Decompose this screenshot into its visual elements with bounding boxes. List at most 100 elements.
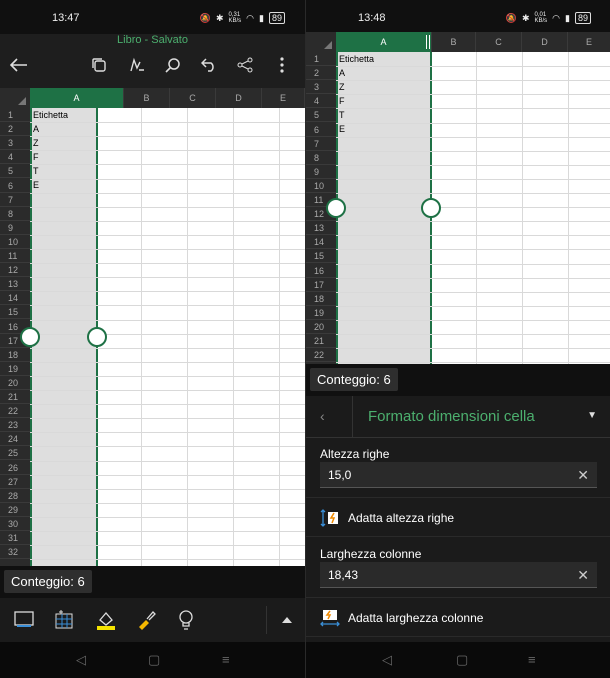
copy-icon[interactable] (88, 54, 110, 76)
selection-handle-left[interactable] (20, 327, 40, 347)
row-header-16[interactable]: 16 (306, 264, 336, 278)
row-header-22[interactable]: 22 (306, 348, 336, 363)
cell-a6[interactable]: E (337, 124, 345, 134)
expand-up-icon[interactable] (275, 608, 299, 632)
row-header-5[interactable]: 5 (0, 164, 30, 179)
cell-a4[interactable]: F (337, 96, 345, 106)
search-icon[interactable] (162, 54, 184, 76)
row-header-10[interactable]: 10 (306, 179, 336, 193)
row-header-22[interactable]: 22 (0, 404, 30, 419)
row-header-5[interactable]: 5 (306, 108, 336, 123)
row-header-13[interactable]: 13 (0, 277, 30, 292)
panel-back-icon[interactable]: ‹ (320, 408, 325, 424)
column-header-e[interactable]: E (262, 88, 305, 108)
share-icon[interactable] (234, 54, 256, 76)
row-header-32[interactable]: 32 (0, 545, 30, 560)
more-icon[interactable] (271, 54, 293, 76)
cell-a5[interactable]: T (31, 166, 39, 176)
cell-format-icon[interactable] (52, 608, 76, 632)
row-height-input[interactable]: 15,0 ✕ (320, 462, 597, 488)
cell-a3[interactable]: Z (31, 138, 39, 148)
brush-icon[interactable] (134, 608, 158, 632)
row-header-21[interactable]: 21 (0, 390, 30, 405)
row-header-1[interactable]: 1 (0, 108, 30, 123)
cell-a1[interactable]: Etichetta (31, 110, 68, 120)
cell-a6[interactable]: E (31, 180, 39, 190)
nav-home-icon[interactable]: ▢ (148, 652, 160, 668)
cell-a2[interactable]: A (337, 68, 345, 78)
cell-a5[interactable]: T (337, 110, 345, 120)
row-header-27[interactable]: 27 (0, 475, 30, 489)
column-header-c[interactable]: C (476, 32, 522, 52)
undo-icon[interactable] (198, 54, 220, 76)
row-header-24[interactable]: 24 (0, 432, 30, 447)
clear-icon[interactable]: ✕ (577, 467, 589, 484)
row-header-11[interactable]: 11 (0, 249, 30, 264)
row-header-28[interactable]: 28 (0, 489, 30, 503)
dropdown-icon[interactable]: ▼ (587, 410, 597, 421)
row-header-9[interactable]: 9 (0, 221, 30, 235)
column-resize-handle[interactable] (426, 35, 430, 49)
cell-a2[interactable]: A (31, 124, 39, 134)
row-header-2[interactable]: 2 (306, 66, 336, 81)
row-header-3[interactable]: 3 (0, 136, 30, 151)
nav-back-icon[interactable]: ◁ (382, 652, 392, 668)
row-header-15[interactable]: 15 (0, 305, 30, 320)
row-header-17[interactable]: 17 (306, 278, 336, 292)
row-header-7[interactable]: 7 (306, 137, 336, 151)
column-header-a[interactable]: A (30, 88, 124, 108)
column-header-b[interactable]: B (124, 88, 170, 108)
row-header-30[interactable]: 30 (0, 517, 30, 531)
row-header-1[interactable]: 1 (306, 52, 336, 67)
row-header-10[interactable]: 10 (0, 235, 30, 249)
row-header-18[interactable]: 18 (306, 292, 336, 306)
row-header-12[interactable]: 12 (0, 263, 30, 278)
back-arrow-icon[interactable] (8, 54, 30, 76)
row-header-29[interactable]: 29 (0, 503, 30, 517)
row-header-26[interactable]: 26 (0, 461, 30, 475)
row-header-7[interactable]: 7 (0, 193, 30, 207)
spreadsheet-grid[interactable]: A B C D E 1 2 3 4 5 6 7 8 9 10 11 12 13 14 15 16 17 18 19 2… (0, 88, 305, 566)
col-width-input[interactable]: 18,43 ✕ (320, 562, 597, 588)
clear-icon[interactable]: ✕ (577, 567, 589, 584)
fill-color-icon[interactable] (94, 608, 118, 632)
column-header-a[interactable]: A (336, 32, 432, 52)
row-header-6[interactable]: 6 (0, 179, 30, 193)
column-header-d[interactable]: D (216, 88, 262, 108)
row-header-19[interactable]: 19 (306, 306, 336, 320)
nav-menu-icon[interactable]: ≡ (528, 652, 536, 667)
row-header-20[interactable]: 20 (306, 320, 336, 334)
selection-handle-right[interactable] (421, 198, 441, 218)
nav-home-icon[interactable]: ▢ (456, 652, 468, 668)
row-header-9[interactable]: 9 (306, 165, 336, 179)
cell-a3[interactable]: Z (337, 82, 345, 92)
row-header-8[interactable]: 8 (0, 207, 30, 221)
column-header-d[interactable]: D (522, 32, 568, 52)
selection-handle-right[interactable] (87, 327, 107, 347)
pen-icon[interactable] (126, 54, 148, 76)
lightbulb-icon[interactable] (174, 608, 198, 632)
row-header-8[interactable]: 8 (306, 151, 336, 165)
selection-handle-left[interactable] (326, 198, 346, 218)
row-header-3[interactable]: 3 (306, 80, 336, 95)
cell-a4[interactable]: F (31, 152, 39, 162)
row-header-4[interactable]: 4 (0, 150, 30, 165)
row-header-19[interactable]: 19 (0, 362, 30, 376)
column-header-e[interactable]: E (568, 32, 610, 52)
row-header-2[interactable]: 2 (0, 122, 30, 137)
row-header-21[interactable]: 21 (306, 334, 336, 349)
column-header-c[interactable]: C (170, 88, 216, 108)
row-header-23[interactable]: 23 (0, 418, 30, 433)
select-all-corner[interactable] (0, 88, 30, 108)
fit-column-width-button[interactable]: Adatta larghezza colonne (306, 597, 610, 637)
nav-menu-icon[interactable]: ≡ (222, 652, 230, 667)
keyboard-icon[interactable] (12, 608, 36, 632)
spreadsheet-grid[interactable]: A B C D E 1 2 3 4 5 6 7 8 9 10 11 12 13 14 15 16 17 18 19 2… (306, 32, 610, 364)
select-all-corner[interactable] (306, 32, 336, 52)
fit-row-height-button[interactable]: Adatta altezza righe (306, 497, 610, 537)
row-header-14[interactable]: 14 (306, 235, 336, 250)
row-header-13[interactable]: 13 (306, 221, 336, 236)
row-header-4[interactable]: 4 (306, 94, 336, 109)
column-header-b[interactable]: B (432, 32, 476, 52)
row-header-6[interactable]: 6 (306, 123, 336, 137)
